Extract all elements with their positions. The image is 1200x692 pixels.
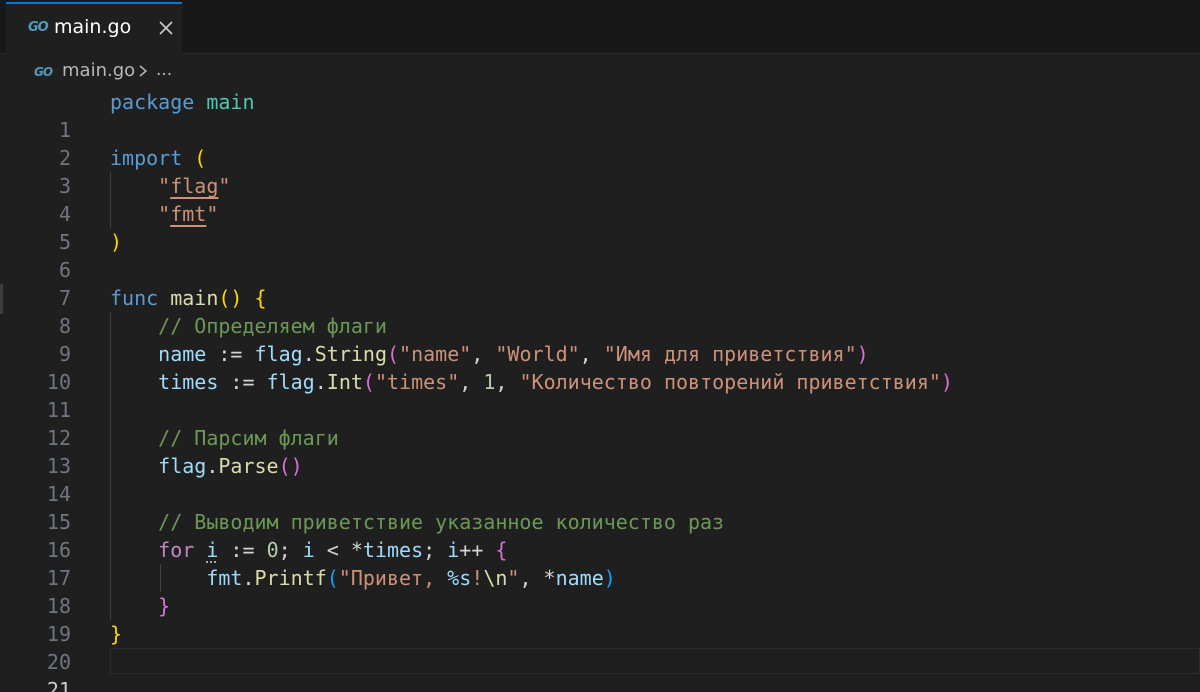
line-number: 21 bbox=[46, 678, 71, 692]
go-file-icon: GO bbox=[34, 65, 53, 79]
code-line: 6 ) bbox=[0, 228, 1200, 282]
code-line: 13 // Парсим флаги bbox=[0, 424, 1200, 478]
code-line: 9 // Определяем флаги bbox=[0, 312, 1200, 366]
current-line-highlight bbox=[110, 648, 1200, 674]
breadcrumb-file[interactable]: main.go bbox=[62, 60, 135, 81]
code-line: 2 bbox=[0, 116, 1200, 170]
tab-main-go[interactable]: GO main.go bbox=[6, 2, 182, 54]
code-line: 1 package main bbox=[0, 88, 1200, 142]
code-line: 4 "flag" bbox=[0, 172, 1200, 226]
code-line: 11 times := flag.Int("times", 1, "Количе… bbox=[0, 368, 1200, 422]
code-line: 3 import ( bbox=[0, 144, 1200, 198]
code-line-current: 21 bbox=[0, 648, 1200, 692]
code-line: 8 func main() { bbox=[0, 284, 1200, 338]
code-editor[interactable]: 1 package main 2 3 import ( 4 "flag" 5 "… bbox=[0, 88, 1200, 692]
token-bracket: ( bbox=[194, 146, 207, 170]
code-line: 5 "fmt" bbox=[0, 200, 1200, 254]
token-keyword: import bbox=[110, 146, 183, 170]
editor-window: GO main.go GO main.go ... 1 package main… bbox=[0, 0, 1200, 692]
token-comment: // Определяем флаги bbox=[158, 314, 387, 338]
code-line: 10 name := flag.String("name", "World", … bbox=[0, 340, 1200, 394]
token-package: main bbox=[206, 90, 255, 114]
token-bracket: ) bbox=[110, 230, 123, 254]
code-line: 12 bbox=[0, 396, 1200, 450]
token-function: main bbox=[170, 286, 219, 310]
tab-bar: GO main.go bbox=[0, 0, 1200, 54]
breadcrumb-symbols[interactable]: ... bbox=[156, 60, 172, 80]
breadcrumb: GO main.go ... bbox=[0, 56, 1200, 88]
import-path-link[interactable]: flag bbox=[170, 174, 218, 198]
tab-label: main.go bbox=[54, 16, 132, 38]
code-line: 16 // Выводим приветствие указанное коли… bbox=[0, 508, 1200, 562]
code-line: 17 for i := 0; i < *times; i++ { bbox=[0, 536, 1200, 590]
code-line: 7 bbox=[0, 256, 1200, 310]
token-keyword: func bbox=[110, 286, 159, 310]
code-line: 14 flag.Parse() bbox=[0, 452, 1200, 506]
chevron-right-icon bbox=[139, 65, 148, 77]
token-keyword: package bbox=[110, 90, 195, 114]
code-line: 20 } bbox=[0, 620, 1200, 674]
code-line: 19 } bbox=[0, 592, 1200, 646]
code-line: 18 fmt.Printf("Привет, %s!\n", *name) bbox=[0, 564, 1200, 618]
import-path-link[interactable]: fmt bbox=[170, 202, 206, 226]
token-comment: // Парсим флаги bbox=[158, 426, 339, 450]
close-icon[interactable] bbox=[152, 14, 180, 42]
token-comment: // Выводим приветствие указанное количес… bbox=[158, 510, 725, 534]
go-file-icon: GO bbox=[28, 20, 49, 35]
code-line: 15 bbox=[0, 480, 1200, 534]
